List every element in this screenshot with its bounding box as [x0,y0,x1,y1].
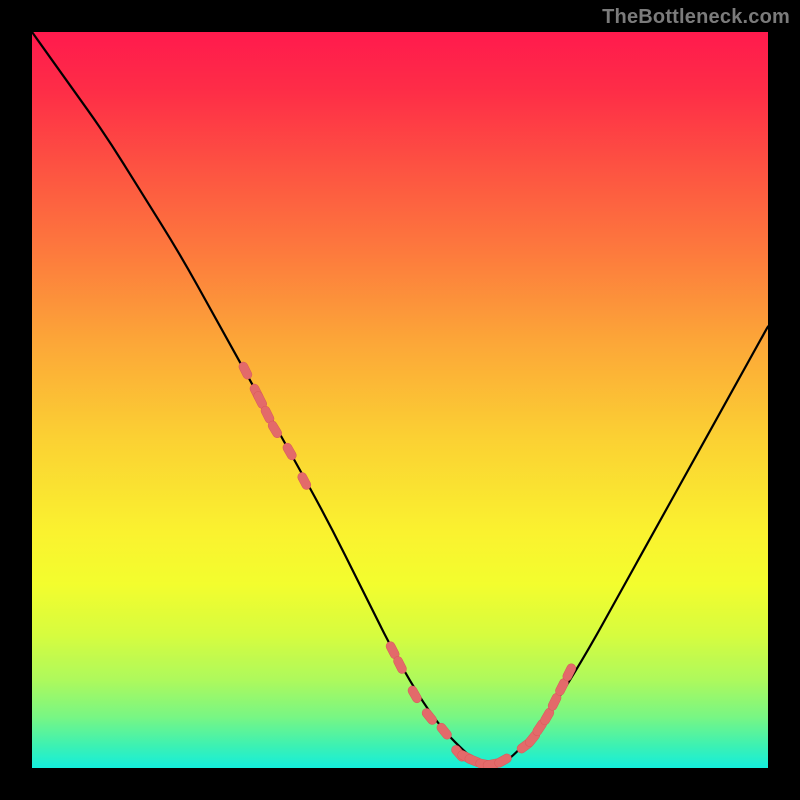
highlight-marker [493,752,513,768]
chart-frame: TheBottleneck.com [0,0,800,800]
bottleneck-curve-svg [32,32,768,768]
highlight-marker [406,684,423,704]
highlight-marker [420,707,438,727]
plot-area [32,32,768,768]
highlight-markers [237,361,577,768]
bottleneck-curve [32,32,768,766]
highlight-marker [281,441,298,461]
watermark-text: TheBottleneck.com [602,6,790,29]
highlight-marker [392,655,408,675]
highlight-marker [237,361,253,381]
highlight-marker [296,471,312,491]
